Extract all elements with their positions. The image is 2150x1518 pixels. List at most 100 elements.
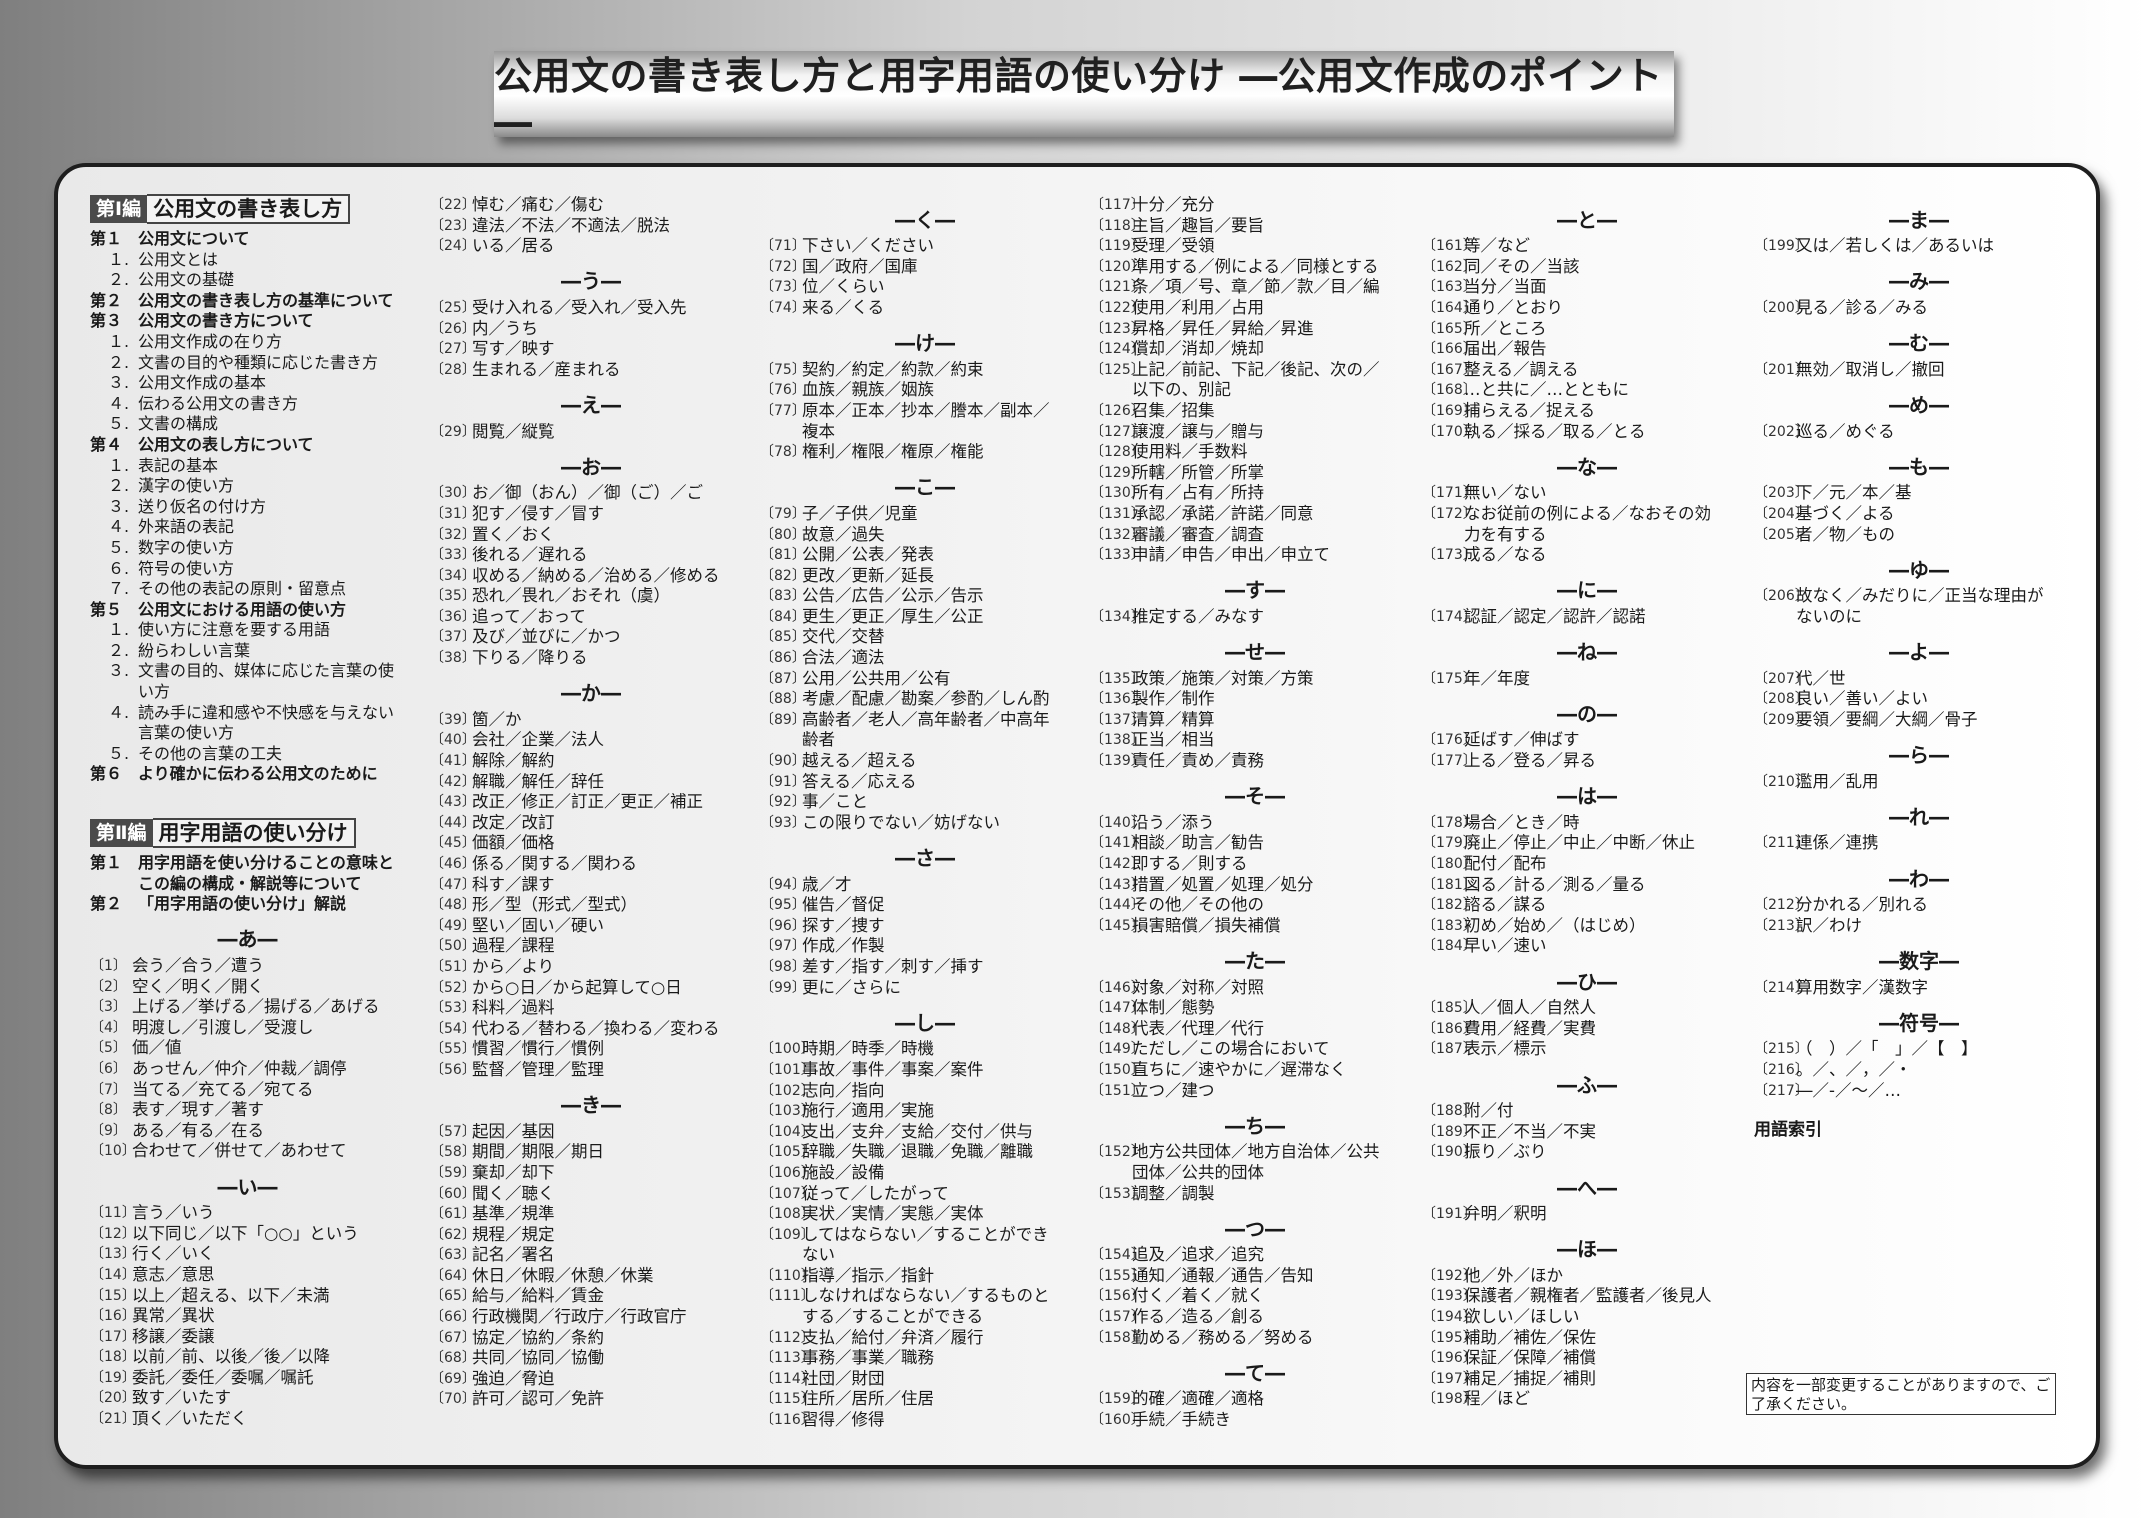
- column-1-entries: ―あ― 〔1〕 会う／合う／遭う 〔2〕 空く／明く／開く 〔3〕 上げる／挙げる／揚げる／…: [90, 915, 405, 1430]
- kana-heading: ―あ―: [90, 915, 405, 956]
- term-entry: 〔126〕 召集／招集: [1090, 401, 1420, 422]
- term-text: 表す／現す／著す: [132, 1100, 264, 1120]
- term-number: 〔121〕: [1090, 279, 1145, 296]
- term-number: 〔162〕: [1422, 258, 1477, 275]
- term-number: 〔75〕: [760, 361, 806, 378]
- term-number: 〔12〕: [90, 1225, 136, 1242]
- term-text: 算用数字／漢数字: [1796, 977, 1928, 997]
- kana-heading: ―は―: [1422, 772, 1752, 813]
- term-entry: 〔75〕 契約／約定／約款／約束: [760, 360, 1090, 381]
- term-number: 〔156〕: [1090, 1288, 1145, 1305]
- term-number: 〔215〕: [1754, 1041, 1809, 1058]
- title-bar: 公用文の書き表し方と用字用語の使い分け ―公用文作成のポイント―: [494, 51, 1674, 144]
- term-entry: 〔101〕 事故／事件／事案／案件: [760, 1060, 1090, 1081]
- term-entry: 〔143〕 措置／処置／処理／処分: [1090, 875, 1420, 896]
- kana-heading: ―の―: [1422, 689, 1752, 730]
- term-entry: 〔40〕 会社／企業／法人: [430, 730, 752, 751]
- kana-heading: ―む―: [1754, 319, 2084, 360]
- index-link[interactable]: 用語索引: [1754, 1115, 2084, 1140]
- term-number: 〔186〕: [1422, 1020, 1477, 1037]
- term-number: 〔10〕: [90, 1143, 136, 1160]
- term-text: 無い／ない: [1464, 483, 1547, 503]
- term-entry: 〔72〕 国／政府／国庫: [760, 257, 1090, 278]
- term-entry: 〔57〕 起因／基因: [430, 1122, 752, 1143]
- term-number: 〔106〕: [760, 1164, 815, 1181]
- term-text: 見る／診る／みる: [1796, 297, 1928, 317]
- kana-heading: ―め―: [1754, 380, 2084, 421]
- term-number: 〔189〕: [1422, 1123, 1477, 1140]
- term-entry: 〔106〕 施設／設備: [760, 1163, 1090, 1184]
- term-entry: 〔137〕 清算／精算: [1090, 710, 1420, 731]
- term-text: 推定する／みなす: [1132, 606, 1264, 626]
- term-number: 〔46〕: [430, 856, 476, 872]
- term-text: 係る／関する／関わる: [472, 854, 637, 873]
- term-entry: 〔113〕 事務／事業／職務: [760, 1348, 1090, 1369]
- term-number: 〔94〕: [760, 876, 806, 893]
- term-entry: 〔43〕 改正／修正／訂正／更正／補正: [430, 792, 752, 813]
- term-number: 〔173〕: [1422, 547, 1477, 564]
- term-text: 勤める／務める／努める: [1132, 1327, 1314, 1347]
- term-number: 〔60〕: [430, 1185, 476, 1202]
- term-entry: 〔138〕 正当／相当: [1090, 730, 1420, 751]
- term-text: 監督／管理／監理: [472, 1059, 604, 1079]
- term-number: 〔175〕: [1422, 670, 1477, 687]
- term-number: 〔129〕: [1090, 464, 1145, 481]
- kana-heading-label: ―に―: [1557, 578, 1617, 603]
- term-number: 〔72〕: [760, 258, 806, 275]
- term-entry: 〔88〕 考慮／配慮／勘案／参酌／しん酌: [760, 689, 1090, 710]
- term-number: 〔104〕: [760, 1123, 815, 1140]
- term-number: 〔134〕: [1090, 608, 1145, 625]
- term-entry: 〔174〕 認証／認定／認許／認諾: [1422, 607, 1752, 628]
- term-entry: 〔173〕 成る／なる: [1422, 545, 1752, 566]
- term-text: 共同／協同／協働: [472, 1348, 604, 1368]
- term-text: 体制／態勢: [1132, 998, 1215, 1018]
- toc-chapter-title: 「用字用語の使い分け」解説: [138, 894, 347, 914]
- term-entry: 〔13〕 行く／いく: [90, 1244, 405, 1265]
- term-number: 〔36〕: [430, 608, 476, 625]
- term-entry: 〔2〕 空く／明く／開く: [90, 977, 405, 998]
- term-text: 表示／標示: [1464, 1039, 1547, 1059]
- term-entry: ないのに: [1754, 607, 2084, 628]
- kana-heading-label: ―ゆ―: [1889, 557, 1949, 582]
- term-entry: 〔186〕 費用／経費／実費: [1422, 1019, 1752, 1040]
- toc-line: １. 表記の基本: [90, 456, 405, 477]
- term-text: 不正／不当／不実: [1464, 1121, 1596, 1141]
- term-entry: 〔91〕 答える／応える: [760, 772, 1090, 793]
- toc-line: 第５ 公用文における用語の使い方: [90, 600, 405, 621]
- term-text: 以下の、別記: [1132, 380, 1231, 400]
- term-text: 棄却／却下: [472, 1162, 555, 1182]
- term-entry: 〔178〕 場合／とき／時: [1422, 813, 1752, 834]
- term-number: 〔130〕: [1090, 485, 1145, 502]
- term-number: 〔212〕: [1754, 897, 1809, 914]
- toc-chapter-number: 第１: [90, 229, 123, 248]
- toc-chapter-number: 第３: [90, 311, 123, 331]
- term-number: 〔196〕: [1422, 1350, 1477, 1367]
- term-entry: 〔107〕 従って／したがって: [760, 1184, 1090, 1205]
- term-text: 恐れ／畏れ／おそれ（虞）: [472, 586, 670, 606]
- term-number: 〔11〕: [90, 1205, 136, 1222]
- term-text: 代表／代理／代行: [1132, 1018, 1264, 1038]
- term-text: 届出／報告: [1464, 339, 1547, 359]
- term-text: 起因／基因: [472, 1121, 555, 1141]
- term-text: 他／外／ほか: [1464, 1265, 1563, 1285]
- term-number: 〔191〕: [1422, 1206, 1477, 1223]
- term-number: 〔100〕: [760, 1041, 815, 1058]
- term-entry: 〔124〕 償却／消却／焼却: [1090, 339, 1420, 360]
- term-number: 〔67〕: [430, 1329, 476, 1346]
- term-entry: 〔56〕 監督／管理／監理: [430, 1060, 752, 1081]
- term-text: 諮る／謀る: [1464, 895, 1547, 915]
- term-number: 〔144〕: [1090, 897, 1145, 914]
- term-text: 認証／認定／認許／認諾: [1464, 606, 1646, 626]
- term-number: 〔47〕: [430, 876, 476, 893]
- term-text: 地方公共団体／地方自治体／公共: [1132, 1142, 1380, 1162]
- term-entry: 力を有する: [1422, 525, 1752, 546]
- term-text: 差す／指す／刺す／挿す: [802, 956, 984, 976]
- term-entry: 〔168〕 …と共に／…とともに: [1422, 380, 1752, 401]
- term-entry: 〔144〕 その他／その他の: [1090, 895, 1420, 916]
- term-text: 受け入れる／受入れ／受入先: [472, 297, 687, 317]
- term-number: 〔132〕: [1090, 526, 1145, 543]
- term-number: 〔202〕: [1754, 423, 1809, 440]
- column-6: ―ま― 〔199〕 又は／若しくは／あるいは ―み― 〔200〕 見る／診る／みる ―む― 〔…: [1754, 195, 2084, 1140]
- term-text: ある／有る／在る: [132, 1120, 264, 1140]
- term-text: ないのに: [1796, 606, 1862, 626]
